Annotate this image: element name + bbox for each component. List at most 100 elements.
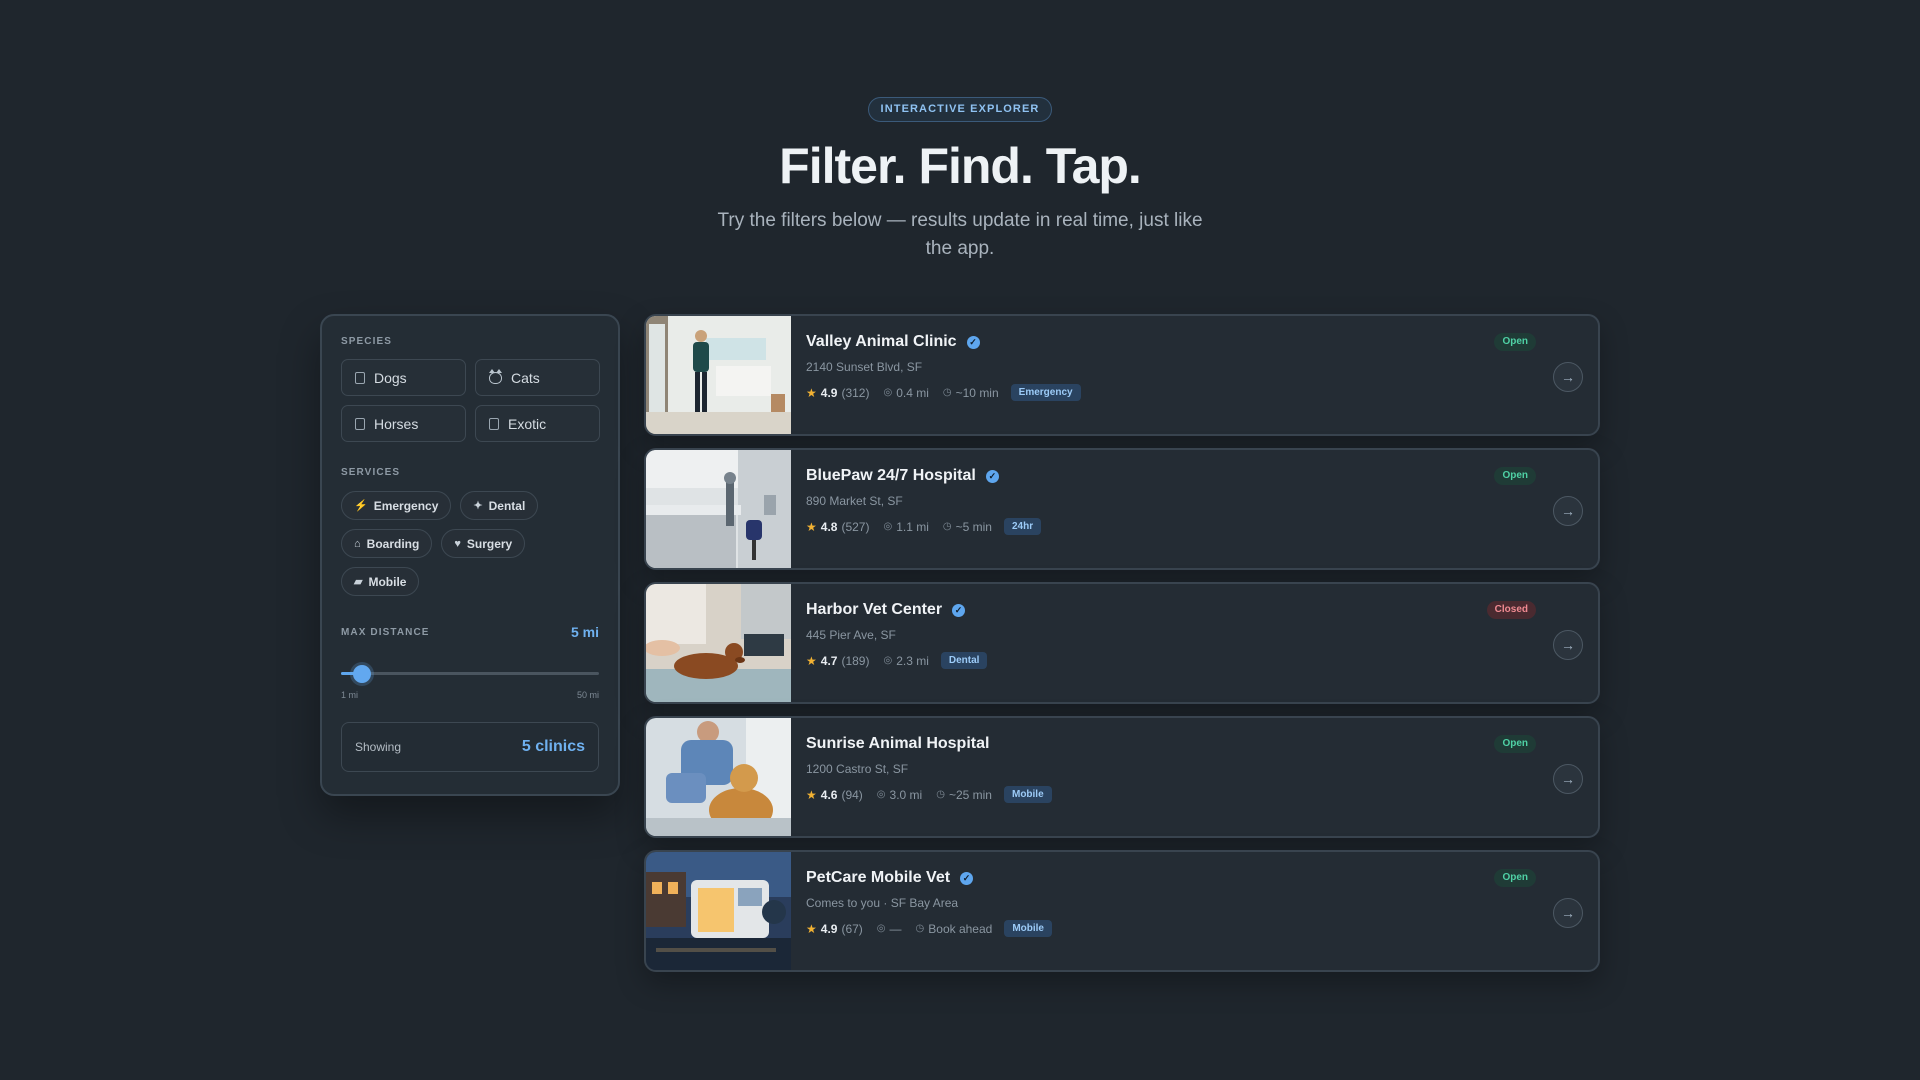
clinic-photo (646, 450, 791, 568)
slider-handle[interactable] (353, 665, 372, 683)
exotic-icon (489, 417, 499, 430)
showing-count: 5 clinics (521, 738, 585, 755)
clinic-reviews: (94) (841, 787, 863, 802)
service-tag: Emergency (1010, 384, 1081, 401)
star-icon: ★ (806, 653, 817, 668)
service-dental-chip[interactable]: ✦ Dental (460, 491, 539, 520)
distance-value: 5 mi (570, 624, 599, 640)
clinic-name: Sunrise Animal Hospital (806, 735, 990, 752)
clinic-photo (646, 718, 791, 836)
clinic-card[interactable]: BluePaw 24/7 Hospital ✓ 890 Market St, S… (644, 448, 1600, 570)
clinic-card[interactable]: Sunrise Animal Hospital 1200 Castro St, … (644, 716, 1600, 838)
services-label: SERVICES (341, 467, 401, 478)
species-cats-button[interactable]: Cats (475, 359, 600, 396)
service-tag: 24hr (1003, 518, 1042, 535)
arrow-right-button[interactable]: → (1553, 362, 1583, 392)
species-label-text: Cats (511, 369, 540, 386)
species-label-text: Horses (374, 415, 419, 432)
clinic-photo (646, 584, 791, 702)
service-mobile-chip[interactable]: ▰ Mobile (341, 567, 420, 596)
status-badge: Open (1494, 333, 1536, 351)
distance-slider[interactable] (341, 665, 599, 683)
species-horses-button[interactable]: Horses (341, 405, 466, 442)
status-badge: Open (1494, 735, 1536, 753)
clinic-meta: ★ 4.8 (527) ◎ 1.1 mi ◷ ~5 min 24hr (806, 518, 1042, 535)
clinic-card[interactable]: PetCare Mobile Vet ✓ Comes to you · SF B… (644, 850, 1600, 972)
species-label: SPECIES (341, 336, 393, 347)
slider-max-label: 50 mi (576, 690, 599, 700)
clinic-distance: — (889, 921, 902, 936)
clinic-meta: ★ 4.7 (189) ◎ 2.3 mi Dental (806, 652, 988, 669)
clinic-distance: 3.0 mi (889, 787, 923, 802)
clinic-address: 2140 Sunset Blvd, SF (806, 360, 923, 374)
clinic-reviews: (67) (841, 921, 863, 936)
star-icon: ★ (806, 787, 817, 802)
clock-icon: ◷ (936, 789, 945, 800)
eyebrow-badge: INTERACTIVE EXPLORER (867, 97, 1053, 122)
clinic-photo (646, 316, 791, 434)
clinic-wait-time: ~5 min (955, 519, 992, 534)
dog-icon (355, 371, 365, 384)
status-badge: Open (1494, 869, 1536, 887)
arrow-right-button[interactable]: → (1553, 764, 1583, 794)
slider-min-label: 1 mi (341, 690, 359, 700)
page-title: Filter. Find. Tap. (779, 138, 1142, 194)
filter-panel: SPECIES Dogs Cats Horses Exotic SERVICES… (320, 314, 620, 796)
clinic-card[interactable]: Valley Animal Clinic ✓ 2140 Sunset Blvd,… (644, 314, 1600, 436)
species-label-text: Dogs (374, 369, 407, 386)
clinic-address: 890 Market St, SF (806, 494, 903, 508)
horse-icon (355, 417, 365, 430)
clinic-name: Harbor Vet Center (806, 601, 943, 618)
cat-icon (489, 368, 502, 384)
clinic-card[interactable]: Harbor Vet Center ✓ 445 Pier Ave, SF ★ 4… (644, 582, 1600, 704)
hero: INTERACTIVE EXPLORER Filter. Find. Tap. … (0, 97, 1920, 263)
clinic-wait-time: ~10 min (955, 385, 999, 400)
clinic-meta: ★ 4.9 (67) ◎ — ◷ Book ahead Mobile (806, 920, 1052, 937)
clinic-reviews: (312) (841, 385, 870, 400)
location-pin-icon: ◎ (883, 521, 893, 532)
clinic-address: 1200 Castro St, SF (806, 762, 909, 776)
species-exotic-button[interactable]: Exotic (475, 405, 600, 442)
clinic-name: BluePaw 24/7 Hospital (806, 467, 976, 484)
chip-label: Boarding (366, 536, 420, 551)
species-dogs-button[interactable]: Dogs (341, 359, 466, 396)
location-pin-icon: ◎ (876, 923, 886, 934)
service-surgery-chip[interactable]: ♥ Surgery (441, 529, 526, 558)
sparkle-icon: ✦ (473, 500, 483, 512)
slider-track (341, 672, 599, 675)
showing-label: Showing (355, 740, 402, 754)
service-tag: Mobile (1003, 786, 1052, 803)
clinic-reviews: (189) (841, 653, 870, 668)
verified-icon: ✓ (952, 603, 966, 617)
clinic-name: Valley Animal Clinic (806, 333, 957, 350)
distance-label: MAX DISTANCE (341, 626, 430, 638)
clinic-rating: 4.9 (820, 385, 838, 400)
service-tag: Dental (940, 652, 988, 669)
chip-label: Emergency (373, 498, 439, 513)
star-icon: ★ (806, 921, 817, 936)
bolt-icon: ⚡ (354, 500, 368, 512)
clinic-distance: 1.1 mi (896, 519, 929, 534)
home-icon: ⌂ (354, 537, 361, 550)
clinic-rating: 4.9 (820, 921, 838, 936)
results-count-box: Showing 5 clinics (341, 722, 599, 772)
clinic-rating: 4.7 (820, 653, 838, 668)
arrow-right-icon: → (1561, 637, 1575, 653)
arrow-right-icon: → (1561, 771, 1575, 787)
verified-icon: ✓ (960, 871, 974, 885)
service-boarding-chip[interactable]: ⌂ Boarding (341, 529, 433, 558)
status-badge: Closed (1486, 601, 1536, 619)
clinic-meta: ★ 4.9 (312) ◎ 0.4 mi ◷ ~10 min Emergency (806, 384, 1081, 401)
clinic-rating: 4.8 (820, 519, 838, 534)
service-emergency-chip[interactable]: ⚡ Emergency (341, 491, 452, 520)
location-pin-icon: ◎ (876, 789, 886, 800)
arrow-right-button[interactable]: → (1553, 898, 1583, 928)
van-icon: ▰ (354, 576, 363, 588)
clinic-reviews: (527) (841, 519, 870, 534)
arrow-right-button[interactable]: → (1553, 630, 1583, 660)
location-pin-icon: ◎ (883, 655, 893, 666)
chip-label: Dental (488, 498, 526, 513)
arrow-right-button[interactable]: → (1553, 496, 1583, 526)
clock-icon: ◷ (942, 521, 952, 532)
chip-label: Mobile (368, 574, 407, 589)
